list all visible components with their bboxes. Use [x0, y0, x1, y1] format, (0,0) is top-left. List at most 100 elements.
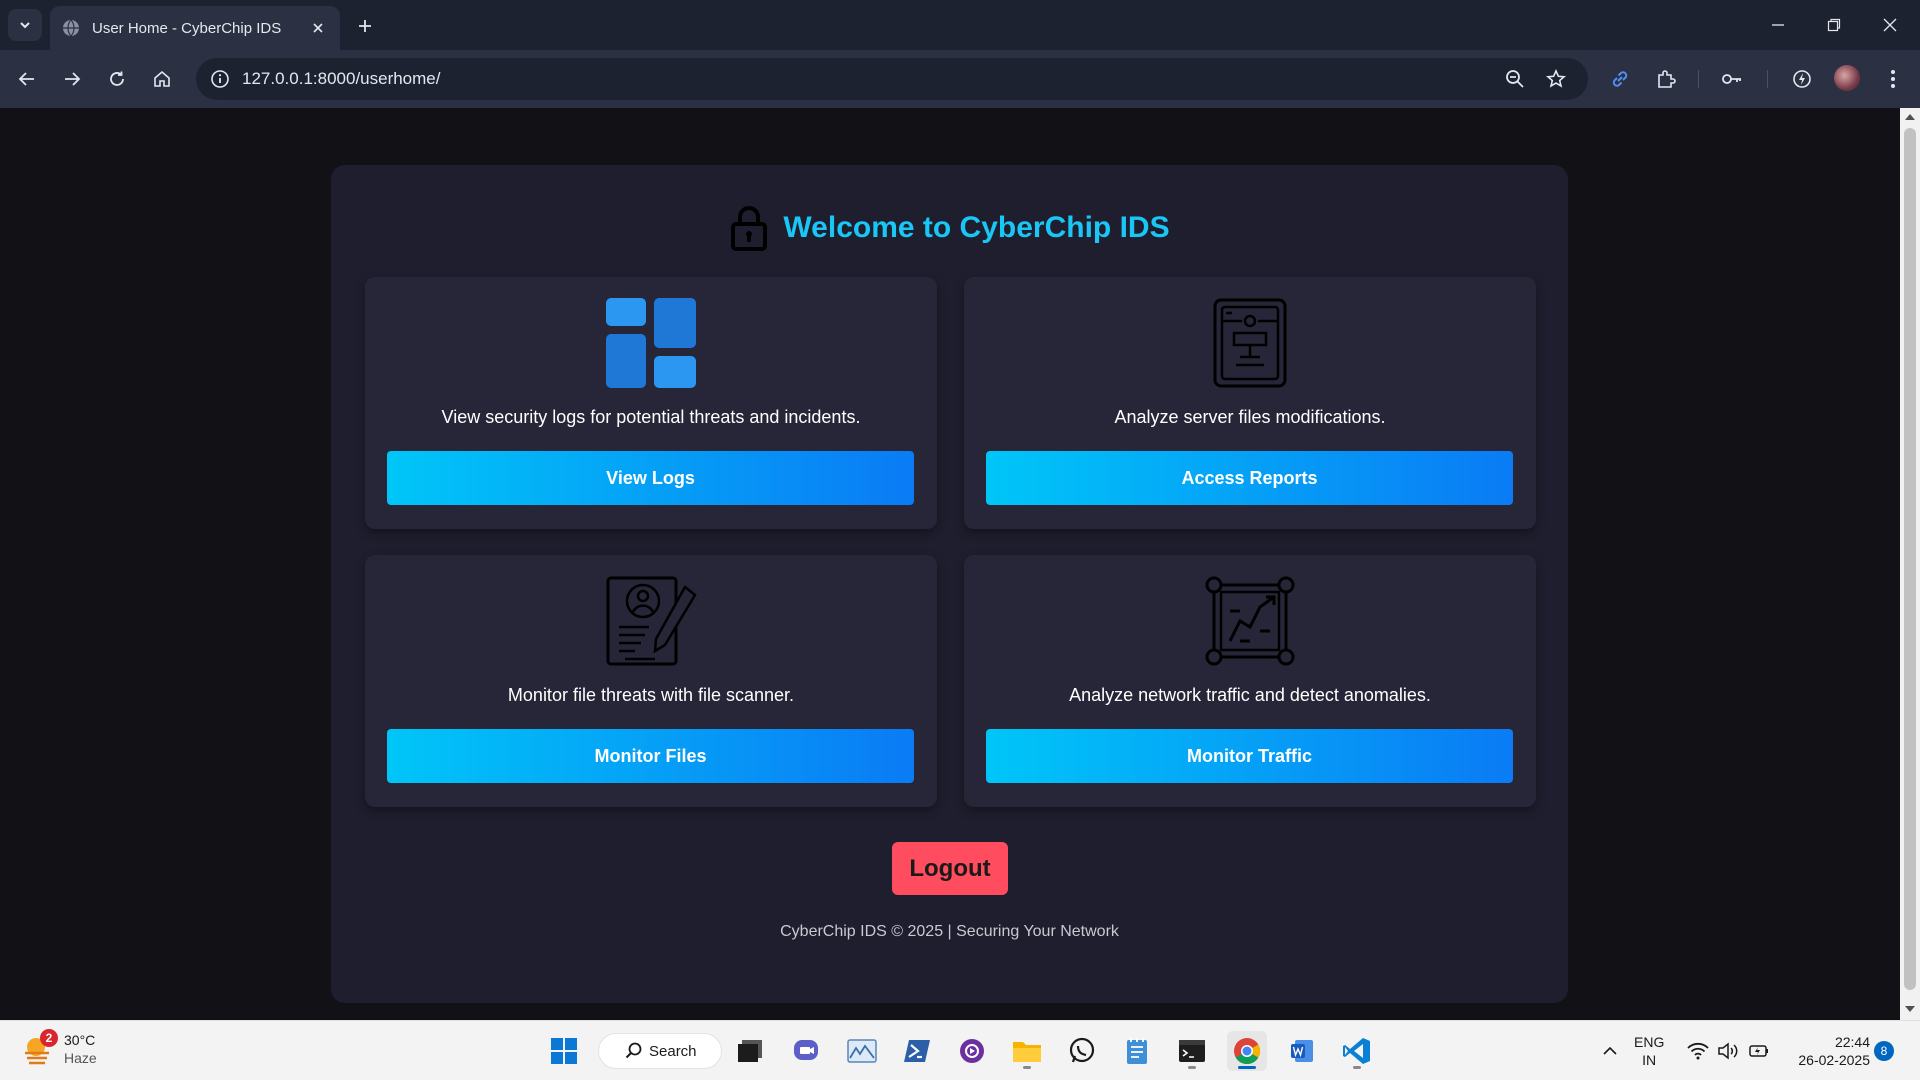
taskbar-app-word[interactable] [1282, 1031, 1322, 1071]
volume-control[interactable] [1716, 1039, 1740, 1063]
weather-alert-badge: 2 [40, 1029, 58, 1047]
passwords-button[interactable] [1715, 62, 1749, 96]
back-button[interactable] [10, 62, 44, 96]
logout-button[interactable]: Logout [892, 842, 1008, 895]
chrome-icon [1234, 1038, 1261, 1065]
running-indicator [1353, 1066, 1361, 1069]
browser-tab-bar: User Home - CyberChip IDS [0, 0, 1920, 50]
weather-temperature: 30°C [64, 1032, 96, 1048]
running-indicator [1023, 1066, 1031, 1069]
taskbar-app-media[interactable] [952, 1031, 992, 1071]
windows-taskbar: 2 30°C Haze Search ENG IN 22:44 26-02-20… [0, 1020, 1920, 1080]
notepad-icon [1127, 1038, 1147, 1064]
profile-avatar[interactable] [1834, 65, 1860, 91]
search-icon [625, 1042, 642, 1059]
reload-button[interactable] [100, 62, 134, 96]
access-reports-button[interactable]: Access Reports [986, 451, 1513, 505]
file-scanner-icon [605, 575, 697, 667]
taskbar-search[interactable]: Search [598, 1033, 722, 1069]
arrow-right-icon [65, 72, 81, 86]
start-button[interactable] [544, 1031, 584, 1071]
speaker-icon [1718, 1042, 1738, 1060]
browser-toolbar: 127.0.0.1:8000/userhome/ [0, 50, 1920, 108]
scroll-down-arrow[interactable] [1905, 1006, 1915, 1012]
home-button[interactable] [145, 62, 179, 96]
server-icon [1204, 297, 1296, 389]
clock-time: 22:44 [1834, 1034, 1870, 1050]
site-info-button[interactable] [206, 65, 234, 93]
key-icon [1722, 74, 1741, 84]
chevron-down-icon [20, 22, 30, 29]
monitor-files-button[interactable]: Monitor Files [387, 729, 914, 783]
taskbar-app-file-explorer[interactable] [1007, 1031, 1047, 1071]
language-code: ENG [1634, 1034, 1665, 1050]
tab-title: User Home - CyberChip IDS [92, 19, 282, 37]
taskbar-app-terminal[interactable] [1172, 1031, 1212, 1071]
language-indicator[interactable]: ENG IN [1634, 1033, 1664, 1069]
taskbar-app-vscode[interactable] [1337, 1031, 1377, 1071]
scroll-up-arrow[interactable] [1905, 114, 1915, 120]
vscode-icon [1343, 1038, 1370, 1064]
info-icon [211, 70, 229, 88]
page-scrollbar[interactable] [1900, 108, 1920, 1020]
address-bar[interactable]: 127.0.0.1:8000/userhome/ [196, 58, 1588, 100]
taskbar-app-photos[interactable] [842, 1031, 882, 1071]
show-hidden-icons-button[interactable] [1598, 1039, 1622, 1063]
extensions-button[interactable] [1649, 62, 1683, 96]
media-player-icon [960, 1039, 984, 1063]
toolbar-divider [1767, 70, 1768, 88]
clock-date: 26-02-2025 [1798, 1052, 1870, 1068]
photos-icon [847, 1039, 877, 1063]
new-tab-button[interactable] [352, 13, 378, 39]
battery-charging-icon [1749, 1045, 1768, 1057]
menu-button[interactable] [1876, 62, 1910, 96]
taskbar-app-powershell[interactable] [897, 1031, 937, 1071]
scrollbar-thumb[interactable] [1904, 128, 1916, 990]
forward-button[interactable] [55, 62, 89, 96]
running-indicator [1238, 1066, 1256, 1069]
bookmark-button[interactable] [1543, 66, 1569, 92]
card-description: View security logs for potential threats… [441, 407, 861, 427]
notification-badge[interactable]: 8 [1874, 1041, 1894, 1061]
task-view-icon [738, 1040, 762, 1062]
zoom-out-icon [1506, 70, 1524, 88]
speed-icon [1793, 70, 1811, 88]
restore-button[interactable] [1806, 8, 1862, 42]
close-window-button[interactable] [1862, 8, 1918, 42]
lock-icon [731, 206, 768, 251]
close-icon [313, 23, 323, 33]
wifi-status[interactable] [1686, 1039, 1710, 1063]
weather-widget[interactable]: 2 30°C Haze [22, 1029, 97, 1067]
card-description: Analyze server files modifications. [1114, 407, 1386, 427]
page-header: Welcome to CyberChip IDS [331, 205, 1568, 251]
taskbar-app-chat[interactable] [786, 1031, 826, 1071]
files-card: Monitor file threats with file scanner. … [365, 555, 937, 807]
battery-status[interactable] [1746, 1039, 1770, 1063]
home-icon [154, 70, 170, 87]
tab-search-button[interactable] [8, 9, 42, 41]
performance-button[interactable] [1785, 62, 1819, 96]
url-text[interactable]: 127.0.0.1:8000/userhome/ [242, 58, 440, 100]
tab-close-button[interactable] [308, 18, 328, 38]
browser-tab-active[interactable]: User Home - CyberChip IDS [50, 6, 340, 50]
link-button[interactable] [1603, 62, 1637, 96]
link-icon [1612, 71, 1628, 87]
monitor-traffic-button[interactable]: Monitor Traffic [986, 729, 1513, 783]
system-clock[interactable]: 22:44 26-02-2025 [1784, 1033, 1870, 1069]
page-viewport: Welcome to CyberChip IDS View security l… [0, 108, 1900, 1020]
minimize-button[interactable] [1750, 8, 1806, 42]
view-logs-button[interactable]: View Logs [387, 451, 914, 505]
close-icon [1883, 18, 1897, 32]
whatsapp-icon [1069, 1037, 1095, 1063]
language-region: IN [1642, 1052, 1657, 1068]
weather-haze-icon: 2 [22, 1029, 58, 1065]
terminal-icon [1179, 1040, 1205, 1062]
powershell-icon [904, 1040, 930, 1062]
taskbar-app-notepad[interactable] [1117, 1031, 1157, 1071]
taskbar-app-task-view[interactable] [730, 1031, 770, 1071]
zoom-button[interactable] [1502, 66, 1528, 92]
minimize-icon [1772, 24, 1784, 26]
running-indicator [1188, 1066, 1196, 1069]
taskbar-app-whatsapp[interactable] [1062, 1031, 1102, 1071]
taskbar-app-chrome[interactable] [1227, 1031, 1267, 1071]
